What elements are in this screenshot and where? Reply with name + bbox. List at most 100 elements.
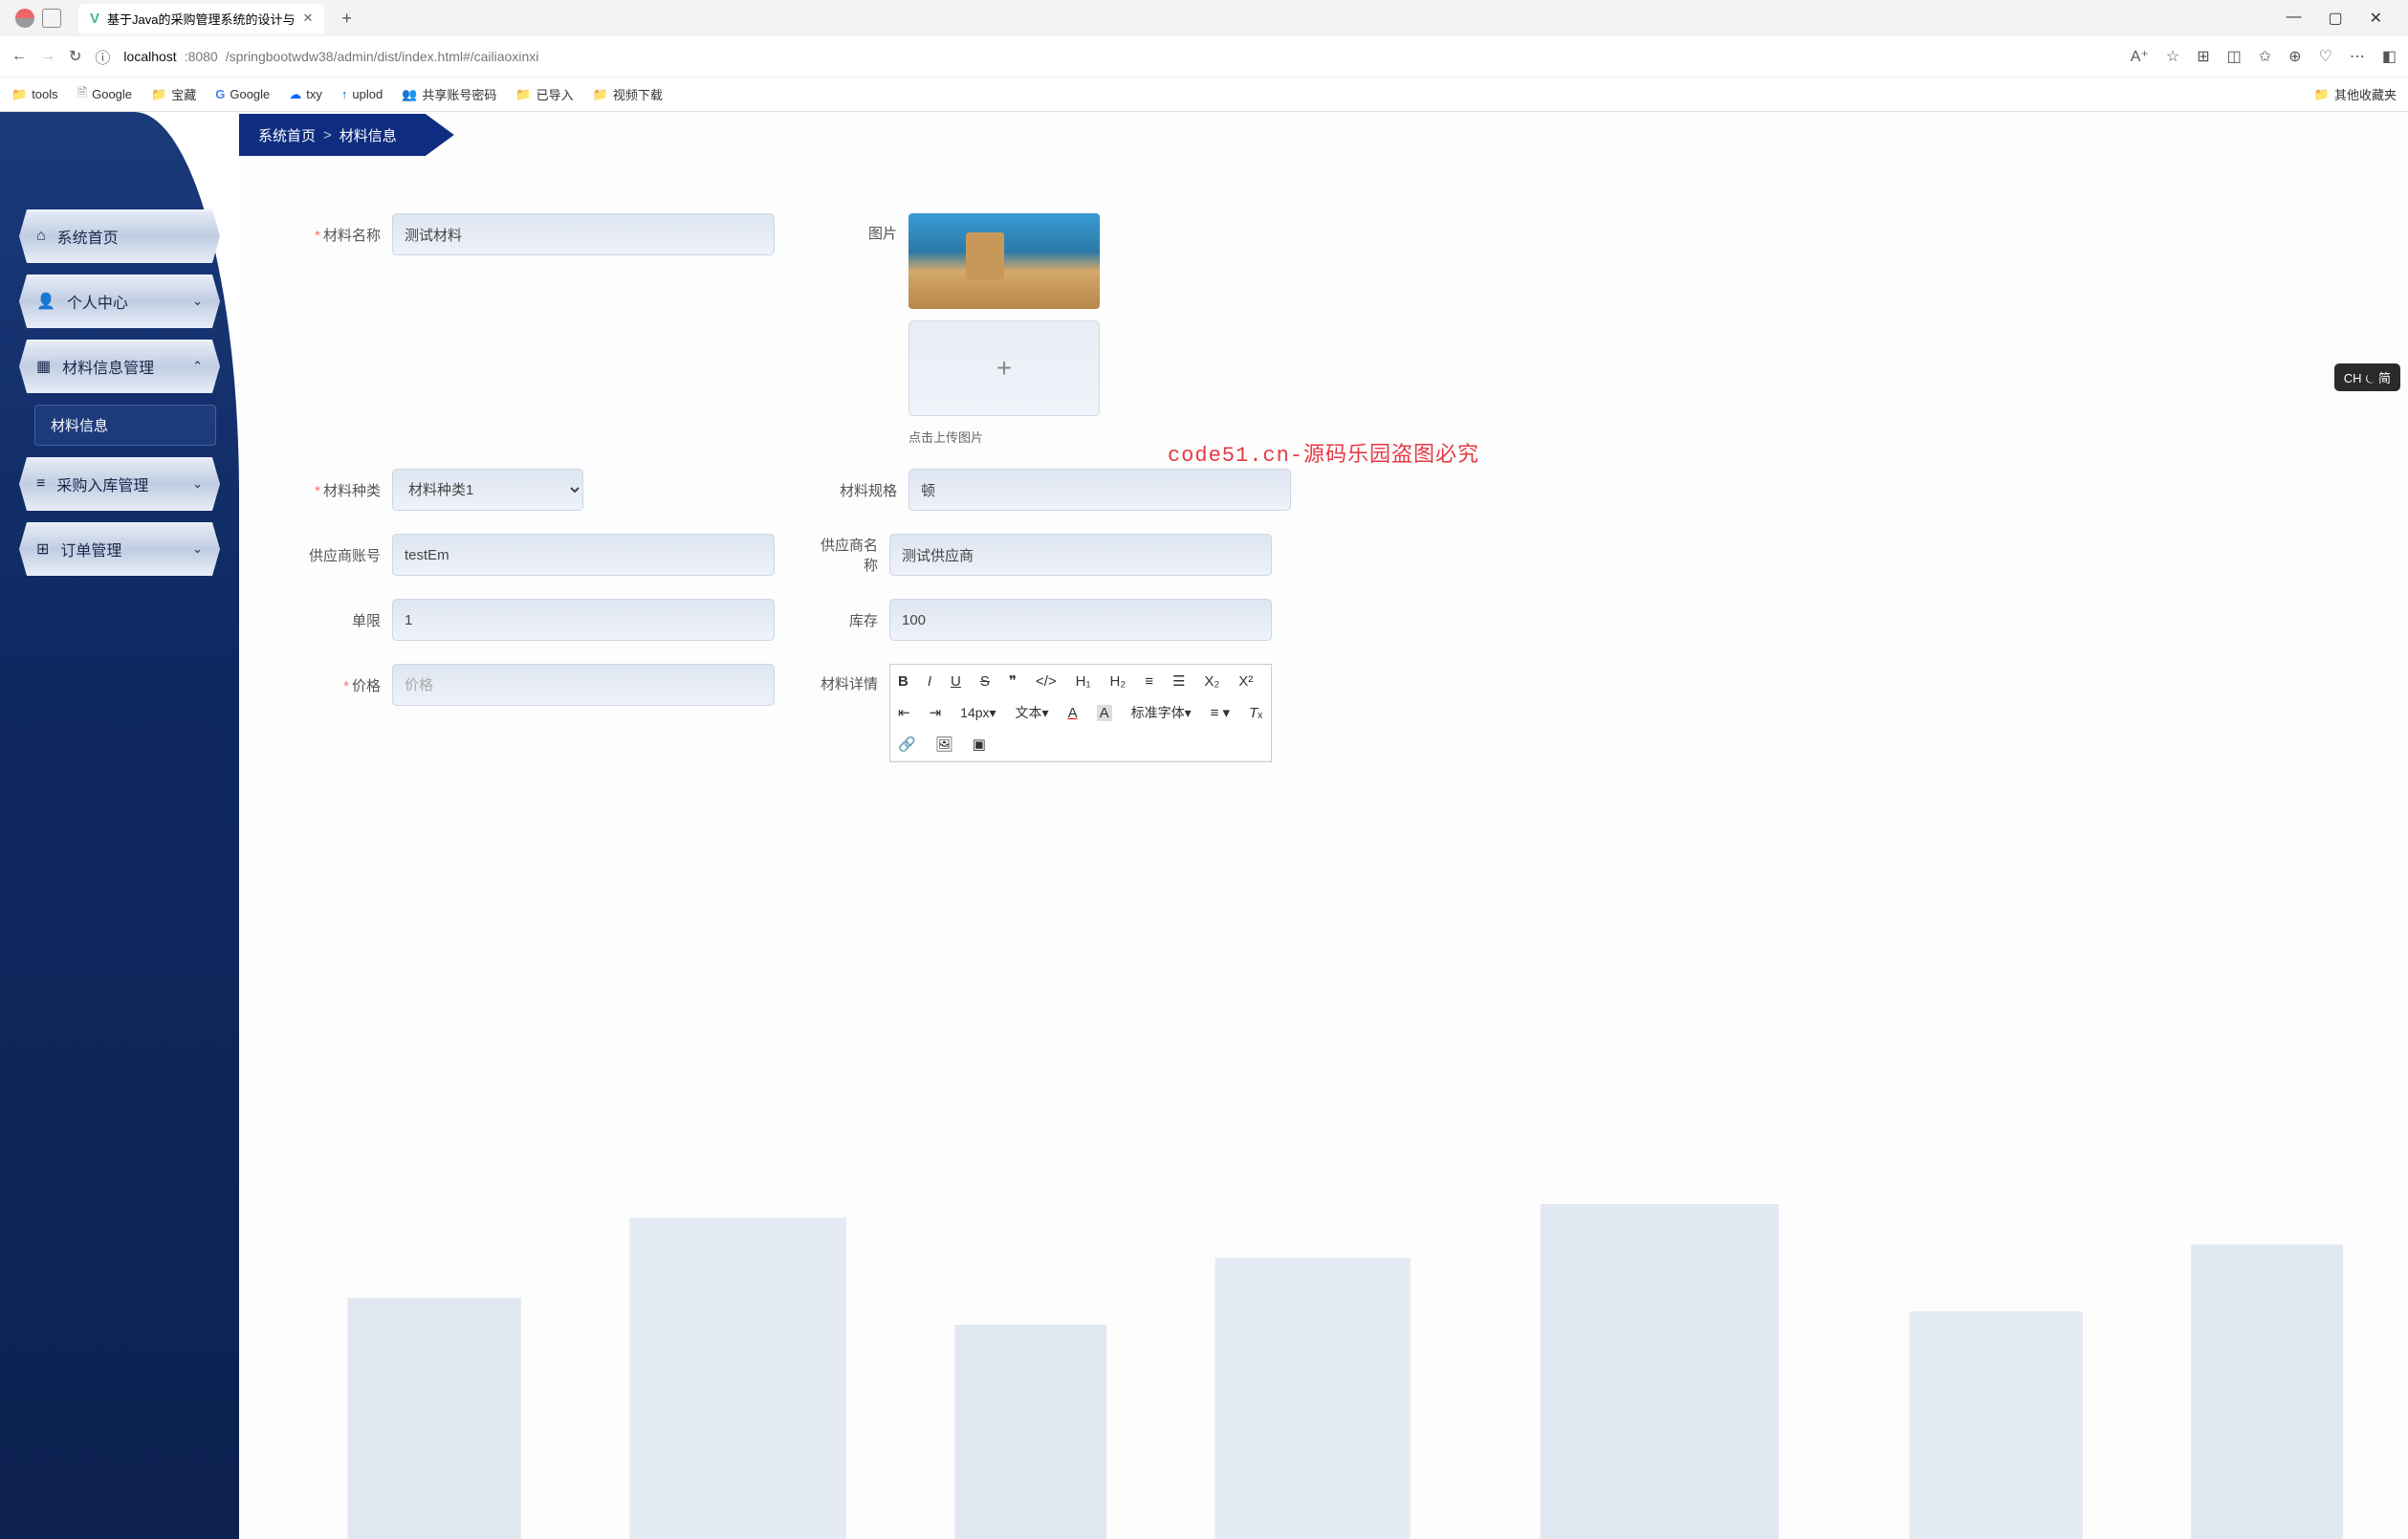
material-icon: ▦ bbox=[36, 357, 51, 376]
image-button[interactable]: 🖼 bbox=[935, 736, 953, 753]
font-color-button[interactable]: A bbox=[1068, 705, 1078, 721]
editor-toolbar: B I U S ❞ </> H₁ H₂ ≡ ☰ X₂ X² ⇤ bbox=[890, 665, 1271, 761]
other-bookmarks[interactable]: 📁其他收藏夹 bbox=[2314, 85, 2397, 103]
bookmark-uplod[interactable]: ↑uplod bbox=[341, 87, 383, 101]
url-input[interactable]: localhost:8080/springbootwdw38/admin/dis… bbox=[123, 49, 2116, 64]
limit-label: 单限 bbox=[296, 610, 392, 630]
ul-button[interactable]: ☰ bbox=[1172, 672, 1185, 690]
tab-close-icon[interactable]: ✕ bbox=[302, 11, 313, 26]
folder-icon: 📁 bbox=[2314, 87, 2330, 102]
clear-format-button[interactable]: Tₓ bbox=[1249, 705, 1262, 721]
extension-icon[interactable]: ⊞ bbox=[2197, 47, 2209, 66]
indent-button[interactable]: ⇤ bbox=[898, 704, 910, 721]
link-button[interactable]: 🔗 bbox=[898, 736, 916, 753]
bookmark-tools[interactable]: 📁tools bbox=[11, 87, 58, 102]
superscript-button[interactable]: X² bbox=[1238, 673, 1253, 690]
sidebar-item-material[interactable]: ▦ 材料信息管理 ⌃ bbox=[19, 340, 220, 393]
split-icon[interactable]: ◫ bbox=[2227, 47, 2242, 66]
reader-icon[interactable]: A⁺ bbox=[2131, 47, 2149, 66]
grid-icon: ⊞ bbox=[36, 539, 49, 559]
cloud-icon: ☁ bbox=[289, 87, 301, 102]
window-controls: — ▢ ✕ bbox=[2267, 5, 2400, 32]
sidebar-item-home[interactable]: ⌂ 系统首页 bbox=[19, 209, 220, 263]
video-button[interactable]: ▣ bbox=[973, 736, 986, 753]
h1-button[interactable]: H₁ bbox=[1076, 673, 1091, 690]
rich-text-editor[interactable]: B I U S ❞ </> H₁ H₂ ≡ ☰ X₂ X² ⇤ bbox=[889, 664, 1272, 762]
sidebar-item-order[interactable]: ⊞ 订单管理 ⌄ bbox=[19, 522, 220, 576]
detail-label: 材料详情 bbox=[813, 664, 889, 693]
ol-button[interactable]: ≡ bbox=[1145, 673, 1153, 690]
sidebar-sub-material-info[interactable]: 材料信息 bbox=[34, 405, 216, 446]
favorite-icon[interactable]: ☆ bbox=[2166, 47, 2179, 66]
heart-icon[interactable]: ♡ bbox=[2319, 47, 2332, 66]
new-tab-button[interactable]: + bbox=[334, 5, 360, 33]
material-spec-input[interactable] bbox=[908, 469, 1291, 511]
forward-button[interactable]: → bbox=[40, 48, 55, 65]
share-icon: 👥 bbox=[402, 87, 417, 102]
sidebar-item-purchase[interactable]: ≡ 采购入库管理 ⌄ bbox=[19, 457, 220, 511]
quote-button[interactable]: ❞ bbox=[1009, 672, 1017, 690]
italic-button[interactable]: I bbox=[928, 673, 931, 690]
h2-button[interactable]: H₂ bbox=[1110, 673, 1127, 690]
profile-area bbox=[8, 9, 69, 28]
sidebar-item-profile[interactable]: 👤 个人中心 ⌄ bbox=[19, 275, 220, 328]
back-button[interactable]: ← bbox=[11, 48, 27, 65]
bookmark-txy[interactable]: ☁txy bbox=[289, 87, 322, 102]
list-icon: ≡ bbox=[36, 475, 45, 493]
supplier-account-input[interactable] bbox=[392, 534, 775, 576]
refresh-button[interactable]: ↻ bbox=[69, 47, 81, 66]
image-preview[interactable] bbox=[908, 213, 1100, 309]
bookmark-google2[interactable]: GGoogle bbox=[215, 87, 270, 101]
close-window-button[interactable]: ✕ bbox=[2366, 5, 2386, 32]
sidebar-toggle-icon[interactable]: ◧ bbox=[2382, 47, 2397, 66]
breadcrumb-home[interactable]: 系统首页 bbox=[258, 125, 316, 145]
underline-button[interactable]: U bbox=[951, 673, 961, 690]
font-size-select[interactable]: 14px ▾ bbox=[960, 705, 996, 721]
material-name-input[interactable] bbox=[392, 213, 775, 255]
file-icon: 🗎 bbox=[77, 84, 87, 105]
chevron-down-icon: ⌄ bbox=[192, 294, 203, 309]
text-select[interactable]: 文本 ▾ bbox=[1016, 703, 1049, 722]
more-icon[interactable]: ⋯ bbox=[2350, 47, 2365, 66]
stock-input[interactable] bbox=[889, 599, 1272, 641]
ime-indicator[interactable]: CH ⏾ 简 bbox=[2334, 363, 2400, 391]
home-icon: ⌂ bbox=[36, 228, 46, 245]
form-area: *材料名称 图片 + 点击上传图片 *材料种类 bbox=[239, 156, 2408, 824]
sidebar-label: 采购入库管理 bbox=[56, 473, 148, 495]
minimize-button[interactable]: — bbox=[2282, 5, 2305, 32]
folder-icon: 📁 bbox=[593, 87, 608, 102]
align-button[interactable]: ≡ ▾ bbox=[1211, 704, 1230, 721]
bookmark-share[interactable]: 👥共享账号密码 bbox=[402, 85, 496, 103]
app-container: code51.cncode51.cncode51.cncode51.cncode… bbox=[0, 112, 2408, 1539]
subscript-button[interactable]: X₂ bbox=[1204, 673, 1219, 690]
sidebar-label: 材料信息管理 bbox=[62, 355, 154, 378]
profile-icon[interactable] bbox=[15, 9, 34, 28]
browser-tab[interactable]: V 基于Java的采购管理系统的设计与 ✕ bbox=[78, 4, 324, 33]
site-info-icon[interactable]: ⓘ bbox=[95, 45, 110, 68]
code-button[interactable]: </> bbox=[1036, 673, 1057, 690]
favorites-bar-icon[interactable]: ✩ bbox=[2259, 47, 2271, 66]
upload-button[interactable]: + bbox=[908, 320, 1100, 416]
limit-input[interactable] bbox=[392, 599, 775, 641]
stock-label: 库存 bbox=[813, 610, 889, 630]
collections-icon[interactable]: ⊕ bbox=[2288, 47, 2301, 66]
bold-button[interactable]: B bbox=[898, 673, 908, 690]
breadcrumb-sep: > bbox=[323, 127, 332, 143]
maximize-button[interactable]: ▢ bbox=[2324, 5, 2346, 32]
sidebar-label: 个人中心 bbox=[67, 290, 128, 313]
price-label: *价格 bbox=[296, 675, 392, 695]
workspaces-icon[interactable] bbox=[42, 9, 61, 28]
bookmark-google[interactable]: 🗎Google bbox=[77, 84, 132, 105]
outdent-button[interactable]: ⇥ bbox=[930, 704, 942, 721]
font-family-select[interactable]: 标准字体 ▾ bbox=[1131, 703, 1192, 722]
bookmark-baozang[interactable]: 📁宝藏 bbox=[151, 85, 196, 103]
supplier-name-input[interactable] bbox=[889, 534, 1272, 576]
bookmark-imported[interactable]: 📁已导入 bbox=[515, 85, 573, 103]
bg-color-button[interactable]: A bbox=[1097, 705, 1112, 721]
price-input[interactable] bbox=[392, 664, 775, 706]
strike-button[interactable]: S bbox=[980, 673, 990, 690]
material-type-select[interactable]: 材料种类1 bbox=[392, 469, 583, 511]
bookmark-video[interactable]: 📁视频下载 bbox=[593, 85, 663, 103]
sidebar: ⌂ 系统首页 👤 个人中心 ⌄ ▦ 材料信息管理 ⌃ 材料信息 ≡ 采购入库管理… bbox=[0, 112, 239, 1539]
image-label: 图片 bbox=[813, 213, 908, 243]
